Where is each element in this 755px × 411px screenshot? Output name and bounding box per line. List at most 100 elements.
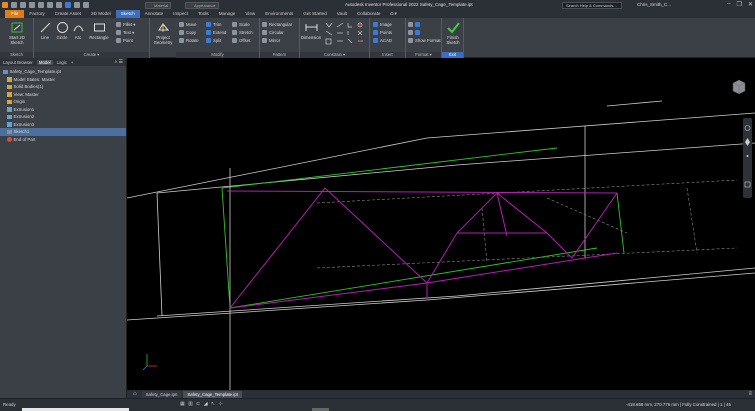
ribbon-tab-collaborate[interactable]: Collaborate (352, 10, 386, 18)
ribbon-tab-inspect[interactable]: Inspect (168, 10, 193, 18)
group-title-modify: Modify (211, 52, 224, 57)
fillet-label: Fillet ▾ (123, 22, 136, 27)
redo-icon[interactable] (47, 2, 53, 8)
points-button[interactable]: Points (373, 29, 392, 36)
finish-sketch-button[interactable]: Finish Sketch (442, 21, 464, 45)
circular-pattern-button[interactable]: Circular (262, 29, 284, 36)
browser-node[interactable]: Solid Bodies(1) (0, 83, 126, 91)
restore-button[interactable]: ❐ (737, 1, 742, 8)
stretch-icon (232, 30, 237, 35)
browser-node[interactable]: Extrusion1 (0, 106, 126, 114)
ribbon-tab-manage[interactable]: Manage (214, 10, 241, 18)
offset-button[interactable]: Offset (232, 37, 250, 44)
browser-add-tab[interactable]: + (71, 60, 74, 65)
ribbon-tab-[interactable]: ◘ ▾ (385, 10, 401, 18)
browser-node[interactable]: Origin (0, 98, 126, 106)
browser-node-label: View: Master (13, 91, 39, 97)
sketch-line-green-top (221, 147, 558, 189)
acad-button[interactable]: ACAD (373, 37, 392, 44)
group-title-format[interactable]: Format ▾ (406, 52, 441, 57)
minimize-button[interactable]: – (727, 1, 730, 8)
doc-tab-safety-cage-template[interactable]: Safety_Cage_Template.ipt (183, 390, 242, 398)
appearance-dropdown[interactable]: Appearance (185, 1, 219, 9)
ribbon-group-format: Show Format Format ▾ (406, 18, 442, 58)
open-icon[interactable] (20, 2, 26, 8)
browser-tab-logic[interactable]: Logic (57, 60, 67, 65)
material-dropdown[interactable]: Material (145, 1, 171, 9)
close-button[interactable]: ✕ (748, 1, 753, 8)
arc-button[interactable]: Arc (71, 21, 85, 40)
viewcube[interactable] (731, 78, 747, 96)
format-reference-button[interactable] (408, 29, 420, 36)
ribbon-tab-factory[interactable]: Factory (24, 10, 49, 18)
home-tab-icon[interactable]: ⌂ (130, 391, 140, 397)
rotate-button[interactable]: Rotate (179, 37, 199, 44)
ribbon-tab-3d-model[interactable]: 3D Model (86, 10, 116, 18)
trim-button[interactable]: Trim (206, 21, 221, 28)
scale-button[interactable]: Scale (232, 21, 250, 28)
browser-node[interactable]: View: Master (0, 91, 126, 99)
point-button[interactable]: Point (116, 37, 133, 44)
ribbon-tab-vault[interactable]: Vault (332, 10, 352, 18)
browser-node[interactable]: Extrusion3 (0, 121, 126, 129)
move-button[interactable]: Move (179, 21, 197, 28)
image-button[interactable]: Image (373, 21, 392, 28)
browser-node[interactable]: Model States: Master (0, 76, 126, 84)
extend-button[interactable]: Extend (206, 29, 226, 36)
status-toolbar[interactable]: ▦ ▥ ⊏ ◢ ↖ ⊹ (180, 401, 224, 407)
group-title-sketch: Sketch (10, 52, 23, 57)
ribbon-tab-get-started[interactable]: Get Started (298, 10, 332, 18)
ribbon: Start 2D Sketch Sketch Line Circle Arc R… (0, 18, 755, 58)
ribbon-tab-tools[interactable]: Tools (193, 10, 214, 18)
ribbon-tab-view[interactable]: View (240, 10, 260, 18)
undo-icon[interactable] (38, 2, 44, 8)
mirror-button[interactable]: Mirror (262, 37, 280, 44)
ribbon-tab-file[interactable]: File (5, 10, 25, 18)
group-title-create[interactable]: Create ▾ (34, 52, 149, 57)
rectangle-button[interactable]: Rectangle (86, 21, 112, 40)
browser-node[interactable]: Safety_Cage_Template.ipt (0, 68, 126, 76)
help-search-input[interactable]: Search Help & Commands... (562, 1, 622, 9)
tabs-menu-icon[interactable]: ≡ (748, 391, 752, 397)
browser-node[interactable]: End of Part (0, 136, 126, 144)
copy-button[interactable]: Copy (179, 29, 196, 36)
project-geometry-icon (157, 21, 170, 34)
browser-tab-layout[interactable]: Layout Browser (3, 60, 33, 65)
fillet-button[interactable]: Fillet ▾ (116, 21, 135, 28)
points-icon (373, 30, 378, 35)
save-icon[interactable] (29, 2, 35, 8)
project-geometry-button[interactable]: Project Geometry (150, 21, 176, 45)
stretch-button[interactable]: Stretch (232, 29, 253, 36)
doc-tab-safety-cage-ipn[interactable]: Safety_Cage.ipn (141, 390, 182, 398)
select-icon[interactable] (74, 2, 80, 8)
show-format-button[interactable]: Show Format (408, 37, 441, 44)
sketch-view[interactable] (127, 58, 755, 390)
ribbon-tab-environments[interactable]: Environments (260, 10, 298, 18)
move-icon (179, 22, 184, 27)
measure-icon[interactable] (83, 2, 89, 8)
ribbon-tab-create-asset[interactable]: Create Asset (50, 10, 86, 18)
group-title-constrain[interactable]: Constrain ▾ (300, 52, 369, 57)
ribbon-tab-sketch[interactable]: Sketch (115, 10, 140, 18)
line-button[interactable]: Line (37, 21, 53, 40)
ribbon-tabs: File Factory Create Asset 3D Model Sketch Ann… (0, 10, 755, 18)
browser-node[interactable]: Sketch1 (0, 128, 126, 136)
home-icon[interactable] (56, 2, 62, 8)
split-button[interactable]: Split (206, 37, 221, 44)
text-button[interactable]: Text ▾ (116, 29, 134, 36)
format-construction-button[interactable] (408, 21, 420, 28)
dimension-button[interactable]: Dimension (300, 21, 322, 40)
user-account[interactable]: Chris_Smith_C... (637, 2, 671, 7)
rectangular-pattern-button[interactable]: Rectangular (262, 21, 292, 28)
browser-node[interactable]: Extrusion2 (0, 113, 126, 121)
app-menu-icon[interactable] (2, 2, 8, 8)
browser-tab-model[interactable]: Model (36, 59, 53, 65)
update-icon[interactable] (65, 2, 71, 8)
start-2d-sketch-button[interactable]: Start 2D Sketch (3, 21, 31, 45)
browser-search-menu-icon[interactable]: ⌕ ☰ (114, 59, 123, 65)
circle-button[interactable]: Circle (54, 21, 70, 40)
new-icon[interactable] (11, 2, 17, 8)
ribbon-tab-annotate[interactable]: Annotate (140, 10, 168, 18)
graphics-window[interactable] (127, 58, 755, 390)
browser-tree: Safety_Cage_Template.ipt Model States: Ma… (0, 66, 126, 143)
